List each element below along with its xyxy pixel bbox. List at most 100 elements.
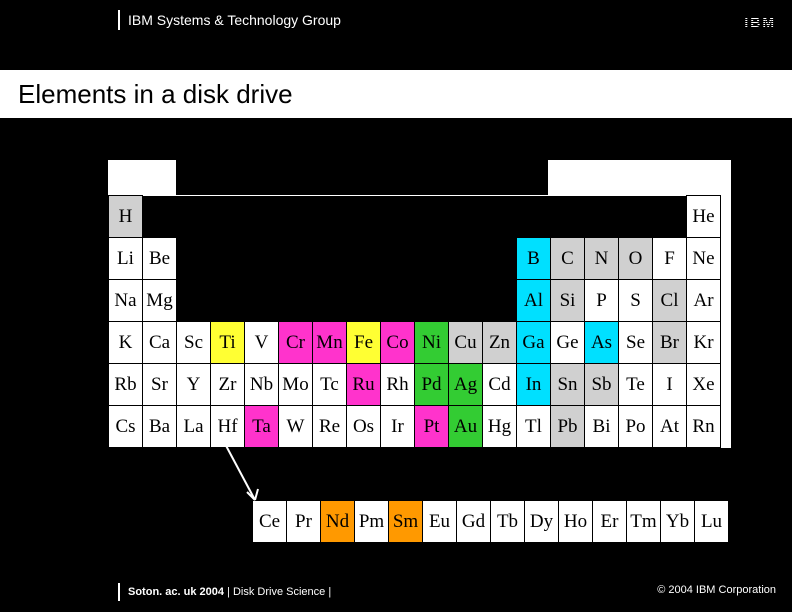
- header-group-label: IBM Systems & Technology Group: [128, 12, 341, 28]
- element-cell-te: Te: [619, 364, 653, 406]
- element-cell-hf: Hf: [211, 406, 245, 448]
- element-cell-ti: Ti: [211, 322, 245, 364]
- empty-cell: [415, 196, 449, 238]
- element-cell-ni: Ni: [415, 322, 449, 364]
- element-cell-ce: Ce: [253, 501, 287, 543]
- empty-cell: [313, 280, 347, 322]
- element-cell-hg: Hg: [483, 406, 517, 448]
- element-cell-mo: Mo: [279, 364, 313, 406]
- element-cell-kr: Kr: [687, 322, 721, 364]
- element-cell-cu: Cu: [449, 322, 483, 364]
- element-cell-sc: Sc: [177, 322, 211, 364]
- element-cell-tl: Tl: [517, 406, 551, 448]
- footer-left: Soton. ac. uk 2004 | Disk Drive Science …: [128, 586, 331, 598]
- empty-cell: [381, 238, 415, 280]
- element-cell-mn: Mn: [313, 322, 347, 364]
- element-cell-k: K: [109, 322, 143, 364]
- footer-left-rest: | Disk Drive Science |: [224, 586, 331, 598]
- empty-cell: [585, 196, 619, 238]
- empty-cell: [211, 280, 245, 322]
- element-cell-cl: Cl: [653, 280, 687, 322]
- cutout: [176, 160, 548, 195]
- element-cell-po: Po: [619, 406, 653, 448]
- element-cell-s: S: [619, 280, 653, 322]
- empty-cell: [279, 196, 313, 238]
- element-cell-as: As: [585, 322, 619, 364]
- element-cell-tc: Tc: [313, 364, 347, 406]
- element-cell-ru: Ru: [347, 364, 381, 406]
- empty-cell: [347, 238, 381, 280]
- empty-cell: [415, 238, 449, 280]
- empty-cell: [143, 196, 177, 238]
- empty-cell: [551, 196, 585, 238]
- element-cell-ge: Ge: [551, 322, 585, 364]
- empty-cell: [279, 238, 313, 280]
- element-cell-rb: Rb: [109, 364, 143, 406]
- element-cell-at: At: [653, 406, 687, 448]
- header-divider: [118, 10, 120, 30]
- slide-footer: Soton. ac. uk 2004 | Disk Drive Science …: [0, 578, 792, 606]
- element-cell-gd: Gd: [457, 501, 491, 543]
- element-cell-c: C: [551, 238, 585, 280]
- empty-cell: [381, 196, 415, 238]
- empty-cell: [177, 196, 211, 238]
- element-cell-pb: Pb: [551, 406, 585, 448]
- element-cell-cd: Cd: [483, 364, 517, 406]
- element-cell-al: Al: [517, 280, 551, 322]
- element-cell-cs: Cs: [109, 406, 143, 448]
- empty-cell: [279, 280, 313, 322]
- empty-cell: [415, 280, 449, 322]
- element-cell-sm: Sm: [389, 501, 423, 543]
- element-cell-be: Be: [143, 238, 177, 280]
- footer-left-bold: Soton. ac. uk 2004: [128, 586, 224, 598]
- element-cell-o: O: [619, 238, 653, 280]
- empty-cell: [211, 196, 245, 238]
- slide-header: IBM Systems & Technology Group IBM: [0, 6, 792, 34]
- empty-cell: [177, 238, 211, 280]
- element-cell-li: Li: [109, 238, 143, 280]
- element-cell-os: Os: [347, 406, 381, 448]
- element-cell-ga: Ga: [517, 322, 551, 364]
- lanthanide-row: CePrNdPmSmEuGdTbDyHoErTmYbLu: [252, 500, 729, 543]
- empty-cell: [313, 238, 347, 280]
- element-cell-sn: Sn: [551, 364, 585, 406]
- element-cell-ne: Ne: [687, 238, 721, 280]
- element-cell-h: H: [109, 196, 143, 238]
- element-cell-bi: Bi: [585, 406, 619, 448]
- footer-copyright: © 2004 IBM Corporation: [657, 584, 776, 596]
- element-cell-dy: Dy: [525, 501, 559, 543]
- element-cell-ta: Ta: [245, 406, 279, 448]
- ibm-logo: IBM: [744, 14, 776, 30]
- element-cell-nd: Nd: [321, 501, 355, 543]
- empty-cell: [483, 238, 517, 280]
- empty-cell: [245, 280, 279, 322]
- element-cell-w: W: [279, 406, 313, 448]
- element-cell-zr: Zr: [211, 364, 245, 406]
- element-cell-si: Si: [551, 280, 585, 322]
- element-cell-pm: Pm: [355, 501, 389, 543]
- element-cell-ag: Ag: [449, 364, 483, 406]
- element-cell-tb: Tb: [491, 501, 525, 543]
- element-cell-zn: Zn: [483, 322, 517, 364]
- empty-cell: [449, 238, 483, 280]
- empty-cell: [619, 196, 653, 238]
- empty-cell: [653, 196, 687, 238]
- empty-cell: [177, 280, 211, 322]
- empty-cell: [449, 280, 483, 322]
- element-cell-mg: Mg: [143, 280, 177, 322]
- element-cell-fe: Fe: [347, 322, 381, 364]
- empty-cell: [483, 280, 517, 322]
- element-cell-rh: Rh: [381, 364, 415, 406]
- empty-cell: [211, 238, 245, 280]
- element-cell-er: Er: [593, 501, 627, 543]
- element-cell-i: I: [653, 364, 687, 406]
- element-cell-p: P: [585, 280, 619, 322]
- element-cell-nb: Nb: [245, 364, 279, 406]
- empty-cell: [449, 196, 483, 238]
- periodic-table: HHeLiBeBCNOFNeNaMgAlSiPSClArKCaScTiVCrMn…: [108, 195, 728, 448]
- element-cell-au: Au: [449, 406, 483, 448]
- empty-cell: [245, 238, 279, 280]
- element-cell-ba: Ba: [143, 406, 177, 448]
- element-cell-in: In: [517, 364, 551, 406]
- element-cell-yb: Yb: [661, 501, 695, 543]
